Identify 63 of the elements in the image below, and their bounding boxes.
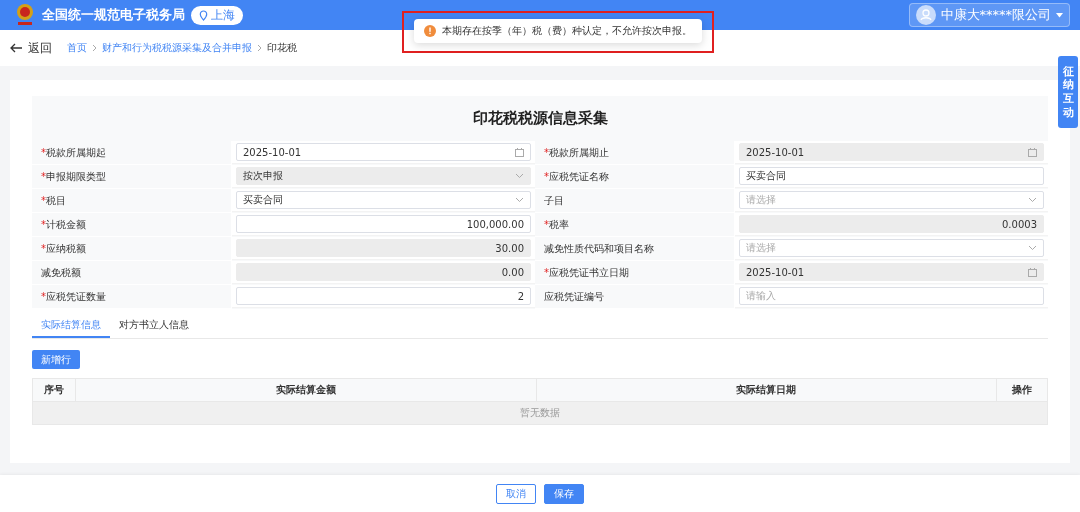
caret-icon <box>1056 12 1063 18</box>
calendar-icon <box>1028 147 1037 157</box>
calendar-icon <box>1028 267 1037 277</box>
region-button[interactable]: 上海 <box>191 5 243 25</box>
date-field[interactable]: 2025-10-01 <box>236 143 531 161</box>
field-label: 税目 <box>46 193 66 208</box>
breadcrumb-link[interactable]: 财产和行为税税源采集及合并申报 <box>102 41 252 55</box>
form-title: 印花税税源信息采集 <box>32 96 1048 141</box>
input-field[interactable]: 买卖合同 <box>739 167 1044 185</box>
save-button[interactable]: 保存 <box>544 483 584 504</box>
field-label: 子目 <box>544 193 564 208</box>
required-mark: * <box>41 219 46 230</box>
field-label: 应税凭证书立日期 <box>549 265 629 280</box>
required-mark: * <box>544 171 549 182</box>
dropdown-chevron-icon <box>515 197 524 203</box>
location-pin-icon <box>199 9 208 21</box>
warning-icon <box>424 25 436 37</box>
required-mark: * <box>41 291 46 302</box>
input-field[interactable]: 2 <box>236 287 531 305</box>
field-label: 计税金额 <box>46 217 86 232</box>
field-label: 应税凭证编号 <box>544 289 604 304</box>
back-button[interactable]: 返回 <box>10 39 52 57</box>
required-mark: * <box>41 195 46 206</box>
chevron-right-icon <box>92 44 97 52</box>
tab[interactable]: 对方书立人信息 <box>110 313 198 338</box>
side-tab-button[interactable]: 征纳互动 <box>1058 56 1078 128</box>
column-header: 操作 <box>1011 383 1033 397</box>
dropdown-chevron-icon <box>1028 245 1037 251</box>
field-label: 税款所属期止 <box>549 145 609 160</box>
column-header: 序号 <box>33 379 76 401</box>
breadcrumb-link[interactable]: 首页 <box>67 41 87 55</box>
field-label: 申报期限类型 <box>46 169 106 184</box>
select-field[interactable]: 买卖合同 <box>236 191 531 209</box>
add-row-button[interactable]: 新增行 <box>32 350 80 369</box>
back-arrow-icon <box>10 43 23 53</box>
empty-table-message: 暂无数据 <box>33 402 1047 424</box>
field-label: 减免税额 <box>41 265 81 280</box>
site-title: 全国统一规范电子税务局 <box>42 6 185 24</box>
required-mark: * <box>41 147 46 158</box>
calendar-icon <box>515 147 524 157</box>
cancel-button[interactable]: 取消 <box>496 483 536 504</box>
chevron-right-icon <box>257 44 262 52</box>
required-mark: * <box>544 219 549 230</box>
input-field[interactable]: 100,000.00 <box>236 215 531 233</box>
field-label: 税款所属期起 <box>46 145 106 160</box>
required-mark: * <box>544 147 549 158</box>
toast-message: 本期存在按季（年）税（费）种认定，不允许按次申报。 <box>442 24 692 38</box>
required-mark: * <box>41 171 46 182</box>
breadcrumb-current: 印花税 <box>267 41 297 55</box>
field-label: 应税凭证名称 <box>549 169 609 184</box>
dropdown-chevron-icon <box>1028 197 1037 203</box>
field-label: 应税凭证数量 <box>46 289 106 304</box>
required-mark: * <box>41 243 46 254</box>
field-label: 减免性质代码和项目名称 <box>544 241 654 256</box>
field-label: 应纳税额 <box>46 241 86 256</box>
tab[interactable]: 实际结算信息 <box>32 313 110 338</box>
avatar-icon <box>915 5 936 25</box>
emblem-icon <box>14 3 36 27</box>
column-header: 实际结算日期 <box>536 379 997 401</box>
dropdown-chevron-icon <box>515 173 524 179</box>
required-mark: * <box>544 267 549 278</box>
field-label: 税率 <box>549 217 569 232</box>
column-header: 实际结算金额 <box>76 379 537 401</box>
